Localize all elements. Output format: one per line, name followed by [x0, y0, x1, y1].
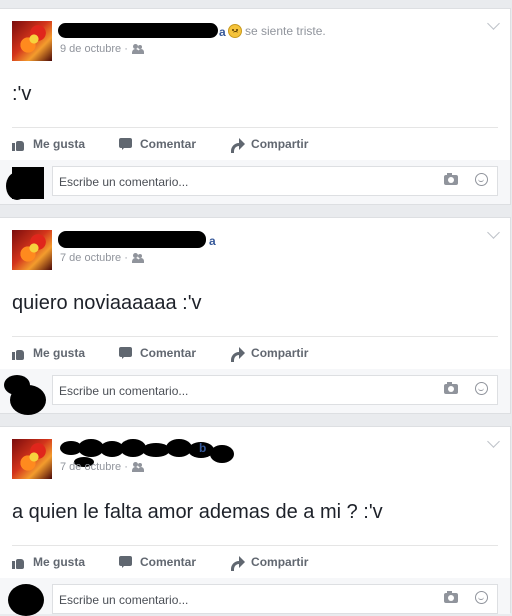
author-avatar[interactable]: [12, 439, 52, 479]
audience-friends-icon[interactable]: [131, 462, 144, 472]
smiley-icon[interactable]: [475, 591, 488, 604]
author-name-redacted[interactable]: [58, 231, 206, 248]
comment-composer: Escribe un comentario...: [0, 578, 510, 616]
post-actions: Me gusta Comentar Compartir: [12, 127, 498, 161]
like-button[interactable]: Me gusta: [12, 555, 85, 569]
camera-icon[interactable]: [444, 382, 458, 394]
post-meta: 9 de octubre ·: [60, 43, 144, 55]
post-header: a 7 de octubre ·: [12, 230, 492, 272]
comment-button[interactable]: Comentar: [119, 555, 196, 569]
post-card: a 7 de octubre · quiero noviaaaaaa :'v M…: [0, 217, 511, 415]
comment-label: Comentar: [140, 346, 197, 360]
author-avatar[interactable]: [12, 230, 52, 270]
comment-label: Comentar: [140, 137, 197, 151]
post-actions: Me gusta Comentar Compartir: [12, 545, 498, 579]
share-label: Compartir: [251, 346, 309, 360]
share-label: Compartir: [251, 555, 309, 569]
like-icon: [12, 138, 26, 151]
like-icon: [12, 347, 26, 360]
sad-emoji-icon: [228, 24, 242, 38]
post-text: a quien le falta amor ademas de a mi ? :…: [12, 501, 383, 523]
comment-button[interactable]: Comentar: [119, 137, 196, 151]
author-name-tail[interactable]: a: [209, 234, 216, 248]
comment-icon: [119, 555, 133, 569]
post-meta: 7 de octubre ·: [60, 461, 144, 473]
author-name-tail[interactable]: b: [199, 441, 206, 455]
post-header: b 7 de octubre ·: [12, 439, 492, 481]
author-name-tail[interactable]: a: [219, 25, 226, 39]
camera-icon[interactable]: [444, 591, 458, 603]
redaction-blot: [10, 385, 46, 415]
post-card: b 7 de octubre · a quien le falta amor a…: [0, 426, 511, 616]
share-button[interactable]: Compartir: [230, 137, 309, 153]
author-name-redacted[interactable]: [58, 23, 218, 38]
post-date[interactable]: 7 de octubre ·: [60, 461, 128, 473]
comment-composer: Escribe un comentario...: [0, 160, 510, 204]
post-meta: 7 de octubre ·: [60, 252, 144, 264]
like-label: Me gusta: [33, 137, 86, 151]
share-icon: [230, 137, 246, 153]
comment-label: Comentar: [140, 555, 197, 569]
share-icon: [230, 555, 246, 571]
share-label: Compartir: [251, 137, 309, 151]
post-date[interactable]: 7 de octubre ·: [60, 252, 128, 264]
post-date[interactable]: 9 de octubre ·: [60, 43, 128, 55]
like-button[interactable]: Me gusta: [12, 137, 85, 151]
comment-icon: [119, 137, 133, 151]
news-feed: a se siente triste. 9 de octubre · :'v M…: [0, 0, 512, 616]
share-button[interactable]: Compartir: [230, 555, 309, 571]
author-name-redacted[interactable]: [210, 445, 234, 463]
post-header: a se siente triste. 9 de octubre ·: [12, 21, 492, 63]
post-card: a se siente triste. 9 de octubre · :'v M…: [0, 8, 511, 205]
post-text: :'v: [12, 83, 32, 105]
like-button[interactable]: Me gusta: [12, 346, 85, 360]
feeling-text: se siente triste.: [245, 24, 326, 38]
redaction-blot: [8, 584, 44, 616]
share-icon: [230, 346, 246, 362]
like-icon: [12, 556, 26, 569]
smiley-icon[interactable]: [475, 173, 488, 186]
smiley-icon[interactable]: [475, 382, 488, 395]
post-text: quiero noviaaaaaa :'v: [12, 292, 202, 314]
feeling-status: se siente triste.: [228, 24, 326, 38]
share-button[interactable]: Compartir: [230, 346, 309, 362]
author-avatar[interactable]: [12, 21, 52, 61]
camera-icon[interactable]: [444, 173, 458, 185]
comment-button[interactable]: Comentar: [119, 346, 196, 360]
comment-composer: Escribe un comentario...: [0, 369, 510, 415]
audience-friends-icon[interactable]: [131, 253, 144, 263]
redaction-blot: [6, 172, 28, 200]
like-label: Me gusta: [33, 555, 86, 569]
like-label: Me gusta: [33, 346, 86, 360]
post-actions: Me gusta Comentar Compartir: [12, 336, 498, 370]
comment-icon: [119, 346, 133, 360]
audience-friends-icon[interactable]: [131, 44, 144, 54]
